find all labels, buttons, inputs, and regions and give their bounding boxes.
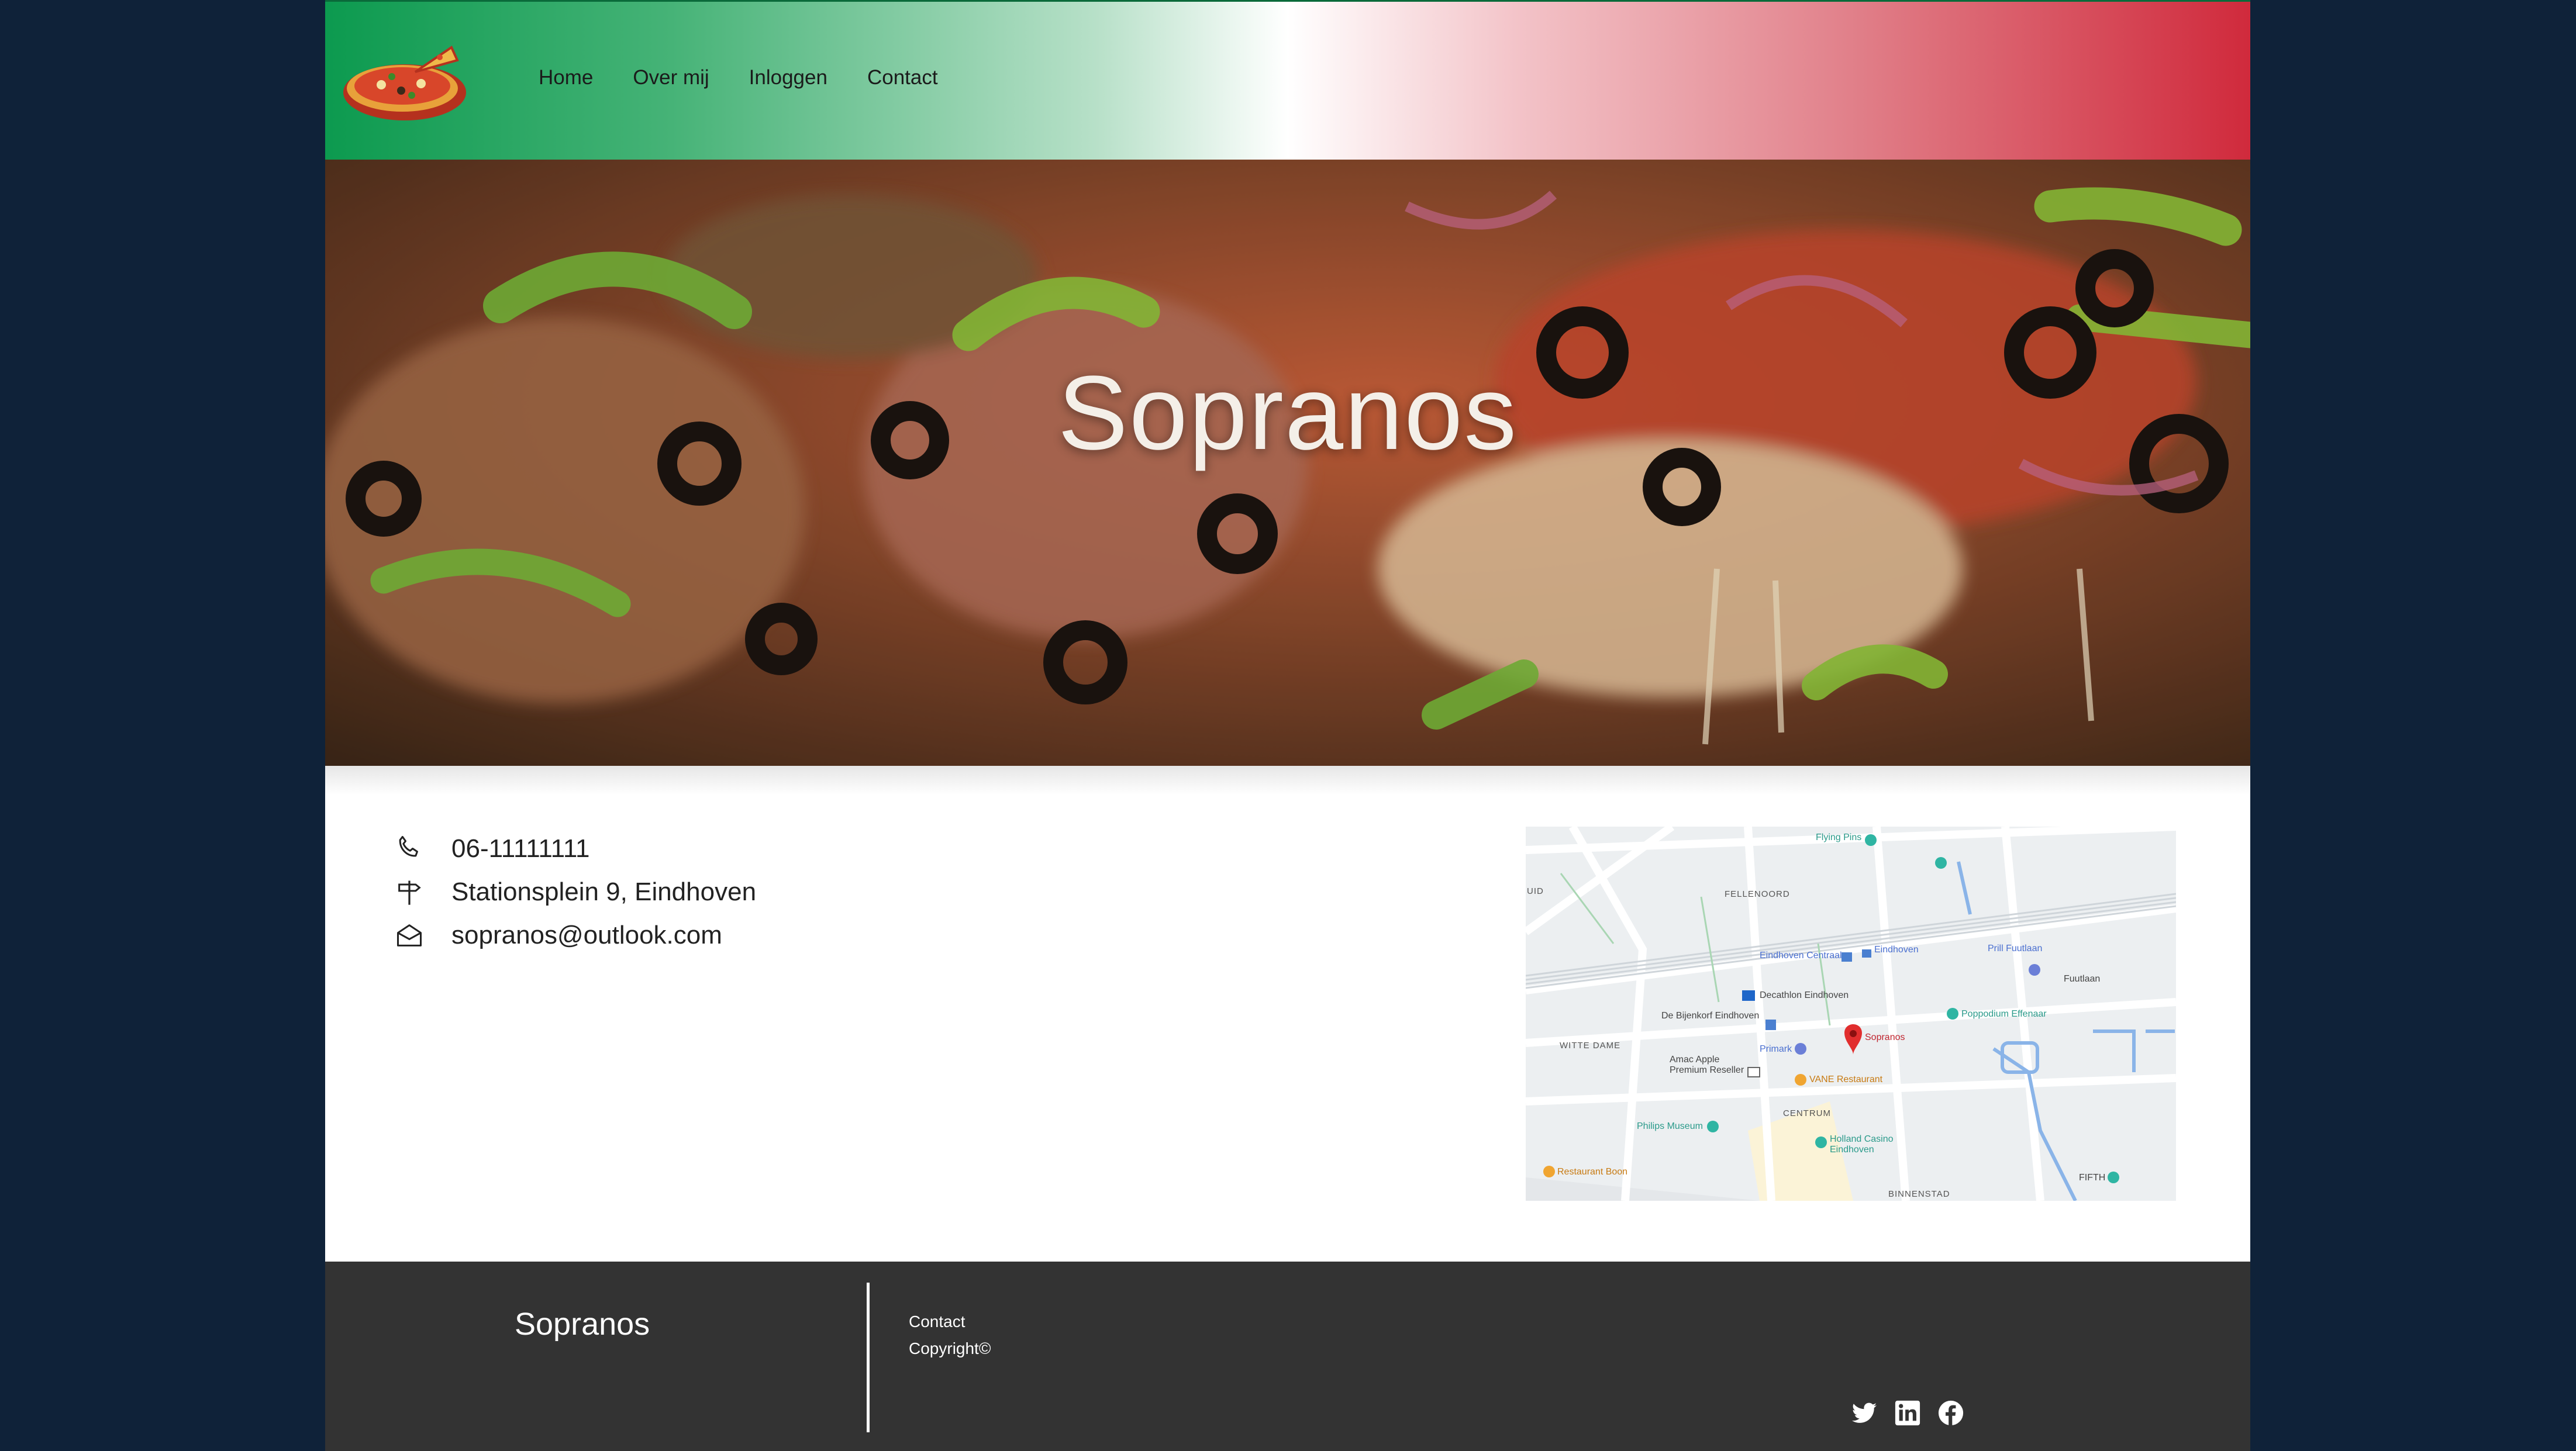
map-label: UID [1527, 886, 1544, 896]
map-label: Restaurant Boon [1557, 1167, 1628, 1177]
map-label: Decathlon Eindhoven [1760, 990, 1849, 1000]
nav-home[interactable]: Home [539, 66, 593, 89]
linkedin-icon[interactable] [1894, 1400, 1921, 1426]
phone-icon [399, 835, 418, 857]
page: Home Over mij Inloggen Contact Sopranos … [325, 0, 2250, 1451]
pizza-logo[interactable] [340, 37, 469, 125]
map-label: Fuutlaan [2064, 974, 2101, 984]
location-map[interactable]: Flying Pins FELLENOORD UID Eindhoven Cen… [1526, 827, 2176, 1201]
map-label: Eindhoven [1874, 945, 1919, 955]
map-label: Prill Fuutlaan [1988, 944, 2043, 953]
map-label: De Bijenkorf Eindhoven [1661, 1011, 1760, 1021]
hero-title: Sopranos [1057, 354, 1518, 472]
map-label: Philips Museum [1637, 1121, 1703, 1131]
map-label: CENTRUM [1783, 1108, 1831, 1118]
contact-address-row: Stationsplein 9, Eindhoven [394, 870, 756, 914]
signpost-icon [398, 880, 421, 905]
map-label: Flying Pins [1816, 832, 1862, 842]
map-label: Poppodium Effenaar [1961, 1009, 2047, 1019]
contact-address: Stationsplein 9, Eindhoven [451, 877, 757, 906]
hero-banner: Sopranos [325, 160, 2250, 766]
nav-contact[interactable]: Contact [867, 66, 938, 89]
footer-copyright: Copyright© [909, 1339, 991, 1357]
nav-links: Home Over mij Inloggen Contact [539, 66, 938, 89]
contact-info: 06-11111111 Stationsplein 9, Eindhoven s… [394, 827, 756, 957]
map-label: Primark [1760, 1044, 1792, 1054]
map-label: BINNENSTAD [1888, 1189, 1950, 1199]
map-label: Sopranos [1865, 1032, 1905, 1042]
facebook-icon[interactable] [1937, 1400, 1964, 1426]
nav-inloggen[interactable]: Inloggen [749, 66, 827, 89]
contact-email-row: sopranos@outlook.com [394, 914, 756, 957]
footer-brand: Sopranos [515, 1307, 650, 1342]
footer-contact-link[interactable]: Contact [909, 1308, 991, 1335]
footer: Sopranos Contact Copyright© [325, 1262, 2250, 1451]
nav-over-mij[interactable]: Over mij [633, 66, 709, 89]
envelope-icon [396, 924, 422, 946]
social-links [1851, 1400, 1964, 1426]
contact-phone-row: 06-11111111 [394, 827, 756, 870]
map-label: FIFTH [2079, 1173, 2106, 1183]
twitter-icon[interactable] [1851, 1400, 1878, 1426]
map-label: VANE Restaurant [1809, 1075, 1883, 1084]
hero-shadow [325, 766, 2250, 795]
footer-divider [867, 1283, 870, 1432]
contact-phone[interactable]: 06-11111111 [451, 834, 590, 863]
map-label: Eindhoven Centraal [1760, 951, 1842, 961]
navbar: Home Over mij Inloggen Contact [325, 0, 2250, 160]
map-label: Amac Apple Premium Reseller [1670, 1055, 1744, 1075]
map-label: Holland Casino Eindhoven [1830, 1134, 1894, 1155]
footer-links: Contact Copyright© [909, 1308, 991, 1362]
contact-email[interactable]: sopranos@outlook.com [451, 921, 722, 950]
map-label: FELLENOORD [1725, 889, 1790, 899]
map-label: WITTE DAME [1560, 1041, 1621, 1051]
